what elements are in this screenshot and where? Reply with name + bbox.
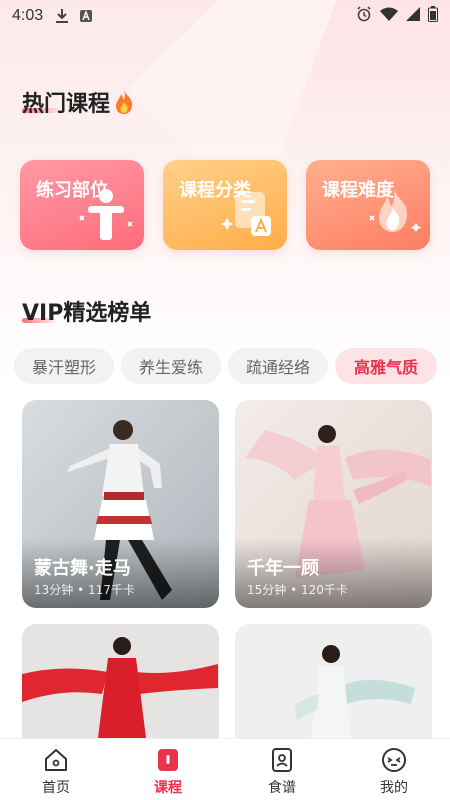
profile-icon xyxy=(354,747,434,773)
tab-meridian[interactable]: 疏通经络 xyxy=(228,348,328,384)
status-time: 4:03 xyxy=(12,7,44,24)
nav-recipes[interactable]: 食谱 xyxy=(242,747,322,797)
status-bar: 4:03 xyxy=(0,0,450,32)
nav-label: 我的 xyxy=(380,780,408,796)
tab-label: 疏通经络 xyxy=(245,358,310,377)
course-title: 千年一顾 xyxy=(247,558,319,579)
nav-label: 课程 xyxy=(154,780,182,796)
hot-courses-heading: 热门课程 xyxy=(22,86,135,118)
vip-ranking-title: VIP精选榜单 xyxy=(22,301,152,326)
wifi-icon xyxy=(380,7,398,25)
document-translate-icon xyxy=(219,186,279,244)
course-card[interactable]: 千年一顾 15分钟 • 120千卡 xyxy=(235,400,432,608)
category-card-difficulty[interactable]: 课程难度 xyxy=(306,160,430,250)
nav-label: 食谱 xyxy=(268,780,296,796)
nav-courses[interactable]: 课程 xyxy=(128,747,208,797)
category-card-body-part[interactable]: 练习部位 xyxy=(20,160,144,250)
bottom-navigation: 首页 课程 食谱 我的 xyxy=(0,738,450,800)
app-notification-icon xyxy=(79,9,93,23)
tab-label: 养生爱练 xyxy=(138,358,203,377)
nav-home[interactable]: 首页 xyxy=(16,747,96,797)
course-meta: 13分钟 • 117千卡 xyxy=(34,583,135,597)
course-title: 蒙古舞·走马 xyxy=(34,558,131,579)
course-icon xyxy=(128,747,208,773)
tab-label: 高雅气质 xyxy=(353,358,418,377)
download-icon xyxy=(55,8,69,24)
nav-profile[interactable]: 我的 xyxy=(354,747,434,797)
course-thumbnail xyxy=(235,624,432,738)
alarm-icon xyxy=(356,6,372,26)
hot-courses-title: 热门课程 xyxy=(22,92,111,117)
signal-icon xyxy=(406,7,420,25)
fire-icon xyxy=(113,89,135,115)
tab-elegance[interactable]: 高雅气质 xyxy=(335,348,437,384)
tab-label: 暴汗塑形 xyxy=(31,358,96,377)
course-card[interactable] xyxy=(22,624,219,738)
vip-ranking-heading: VIP精选榜单 xyxy=(22,295,151,327)
tab-sweat-shaping[interactable]: 暴汗塑形 xyxy=(14,348,114,384)
tab-wellness[interactable]: 养生爱练 xyxy=(121,348,221,384)
recipe-icon xyxy=(242,747,322,773)
home-icon xyxy=(16,747,96,773)
course-card[interactable] xyxy=(235,624,432,738)
nav-label: 首页 xyxy=(42,780,70,796)
flame-icon xyxy=(362,186,422,244)
battery-icon xyxy=(428,6,438,26)
course-meta: 15分钟 • 120千卡 xyxy=(247,583,348,597)
course-thumbnail xyxy=(22,624,219,738)
course-card[interactable]: 蒙古舞·走马 13分钟 • 117千卡 xyxy=(22,400,219,608)
category-card-course-type[interactable]: 课程分类 xyxy=(163,160,287,250)
person-icon xyxy=(76,186,136,244)
